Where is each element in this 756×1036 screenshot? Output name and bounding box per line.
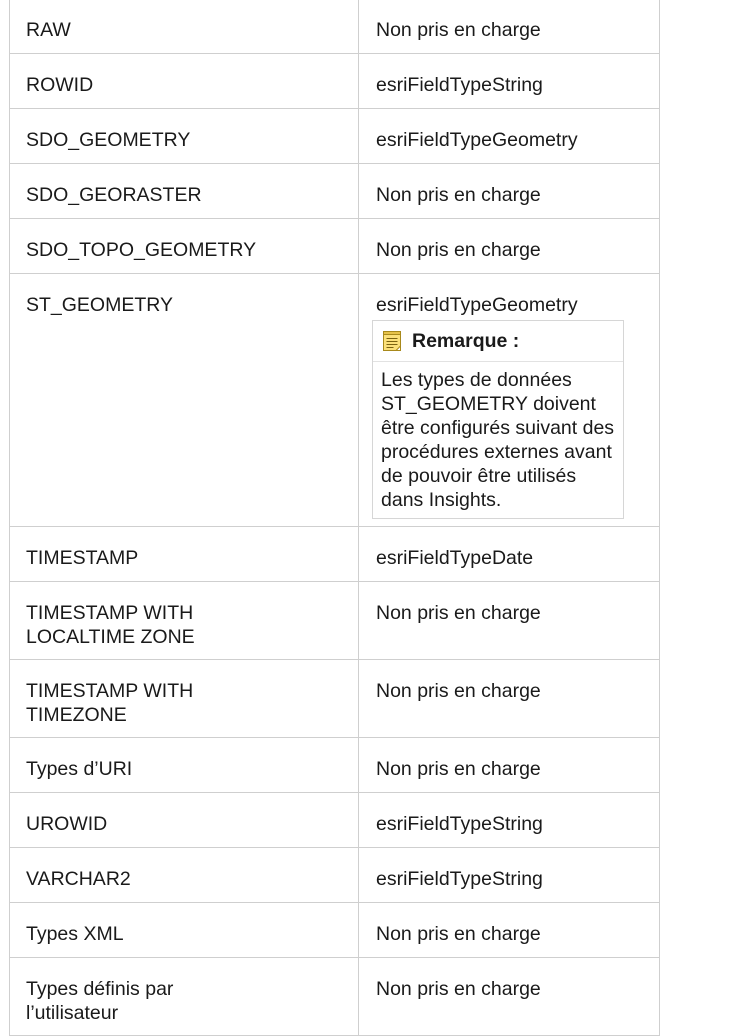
field-type-label: esriFieldTypeGeometry bbox=[376, 129, 578, 151]
oracle-type-cell: Types d’URI bbox=[9, 737, 359, 793]
oracle-type-cell: RAW bbox=[9, 0, 359, 54]
table-row: RAW Non pris en charge bbox=[9, 0, 660, 54]
field-type-label: esriFieldTypeString bbox=[376, 813, 543, 835]
field-type-label: Non pris en charge bbox=[376, 923, 541, 945]
table-row: TIMESTAMP esriFieldTypeDate bbox=[9, 526, 660, 582]
table-row: TIMESTAMP WITH LOCALTIME ZONE Non pris e… bbox=[9, 581, 660, 660]
oracle-type-cell: TIMESTAMP WITH LOCALTIME ZONE bbox=[9, 581, 359, 660]
oracle-type-label: SDO_GEORASTER bbox=[26, 184, 202, 206]
field-type-label: Non pris en charge bbox=[376, 978, 541, 1000]
oracle-type-label: ST_GEOMETRY bbox=[26, 294, 174, 316]
field-type-cell: esriFieldTypeDate bbox=[358, 526, 660, 582]
table-row: VARCHAR2 esriFieldTypeString bbox=[9, 847, 660, 903]
field-type-label: Non pris en charge bbox=[376, 239, 541, 261]
oracle-type-cell: ST_GEOMETRY bbox=[9, 273, 359, 527]
oracle-type-label: TIMESTAMP WITH TIMEZONE bbox=[26, 680, 194, 726]
oracle-type-cell: SDO_GEOMETRY bbox=[9, 108, 359, 164]
field-type-label: Non pris en charge bbox=[376, 602, 541, 624]
field-type-label: Non pris en charge bbox=[376, 680, 541, 702]
table-row: SDO_TOPO_GEOMETRY Non pris en charge bbox=[9, 218, 660, 274]
table-row: Types d’URI Non pris en charge bbox=[9, 737, 660, 793]
field-type-cell: Non pris en charge bbox=[358, 0, 660, 54]
data-type-mapping-table: RAW Non pris en charge ROWID esriFieldTy… bbox=[9, 0, 660, 1036]
oracle-type-label: RAW bbox=[26, 19, 71, 41]
oracle-type-label: TIMESTAMP WITH LOCALTIME ZONE bbox=[26, 602, 195, 648]
oracle-type-label: Types XML bbox=[26, 923, 124, 945]
field-type-label: esriFieldTypeString bbox=[376, 74, 543, 96]
field-type-label: esriFieldTypeString bbox=[376, 868, 543, 890]
table-row: ST_GEOMETRY esriFieldTypeGeometry Remarq… bbox=[9, 273, 660, 527]
field-type-label: esriFieldTypeGeometry bbox=[376, 294, 578, 316]
table-row: TIMESTAMP WITH TIMEZONE Non pris en char… bbox=[9, 659, 660, 738]
oracle-type-cell: UROWID bbox=[9, 792, 359, 848]
table-row: SDO_GEORASTER Non pris en charge bbox=[9, 163, 660, 219]
oracle-type-label: TIMESTAMP bbox=[26, 547, 139, 569]
oracle-type-cell: ROWID bbox=[9, 53, 359, 109]
note-text: Les types de données ST_GEOMETRY doivent… bbox=[373, 361, 623, 518]
oracle-type-cell: SDO_TOPO_GEOMETRY bbox=[9, 218, 359, 274]
field-type-cell: Non pris en charge bbox=[358, 581, 660, 660]
oracle-type-label: SDO_TOPO_GEOMETRY bbox=[26, 239, 257, 261]
table-row: Types définis par l’utilisateur Non pris… bbox=[9, 957, 660, 1036]
field-type-cell: esriFieldTypeGeometry bbox=[358, 108, 660, 164]
note-title: Remarque : bbox=[412, 330, 520, 352]
field-type-cell: esriFieldTypeString bbox=[358, 53, 660, 109]
field-type-cell: Non pris en charge bbox=[358, 957, 660, 1036]
field-type-label: Non pris en charge bbox=[376, 758, 541, 780]
field-type-cell: Non pris en charge bbox=[358, 163, 660, 219]
oracle-type-cell: VARCHAR2 bbox=[9, 847, 359, 903]
oracle-type-cell: TIMESTAMP WITH TIMEZONE bbox=[9, 659, 359, 738]
field-type-cell: esriFieldTypeString bbox=[358, 792, 660, 848]
oracle-type-label: ROWID bbox=[26, 74, 94, 96]
oracle-type-label: VARCHAR2 bbox=[26, 868, 131, 890]
note-box: Remarque : Les types de données ST_GEOME… bbox=[372, 320, 624, 519]
oracle-type-cell: SDO_GEORASTER bbox=[9, 163, 359, 219]
oracle-type-label: Types d’URI bbox=[26, 758, 133, 780]
table-row: Types XML Non pris en charge bbox=[9, 902, 660, 958]
field-type-label: esriFieldTypeDate bbox=[376, 547, 534, 569]
table-row: SDO_GEOMETRY esriFieldTypeGeometry bbox=[9, 108, 660, 164]
field-type-label: Non pris en charge bbox=[376, 184, 541, 206]
oracle-type-label: Types définis par l’utilisateur bbox=[26, 978, 174, 1024]
oracle-type-cell: TIMESTAMP bbox=[9, 526, 359, 582]
oracle-type-label: UROWID bbox=[26, 813, 108, 835]
note-icon bbox=[383, 331, 401, 351]
oracle-type-cell: Types définis par l’utilisateur bbox=[9, 957, 359, 1036]
oracle-type-cell: Types XML bbox=[9, 902, 359, 958]
field-type-cell: esriFieldTypeString bbox=[358, 847, 660, 903]
table-row: UROWID esriFieldTypeString bbox=[9, 792, 660, 848]
oracle-type-label: SDO_GEOMETRY bbox=[26, 129, 191, 151]
field-type-label: Non pris en charge bbox=[376, 19, 541, 41]
table-row: ROWID esriFieldTypeString bbox=[9, 53, 660, 109]
field-type-cell: Non pris en charge bbox=[358, 737, 660, 793]
field-type-cell: Non pris en charge bbox=[358, 902, 660, 958]
field-type-cell: esriFieldTypeGeometry bbox=[358, 273, 660, 527]
field-type-cell: Non pris en charge bbox=[358, 659, 660, 738]
note-header: Remarque : bbox=[373, 321, 623, 361]
field-type-cell: Non pris en charge bbox=[358, 218, 660, 274]
